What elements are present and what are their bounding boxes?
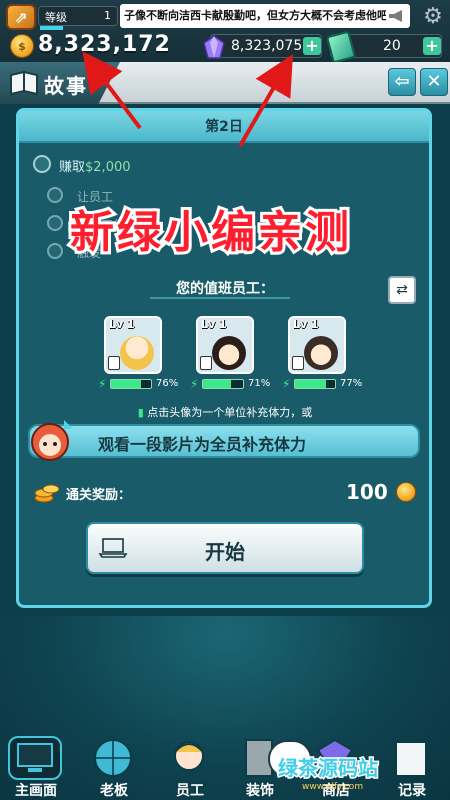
task-check-icon xyxy=(47,215,63,231)
nav-boss-label: 老板 xyxy=(99,782,130,800)
monitor-icon xyxy=(8,736,62,780)
mascot-character-icon xyxy=(31,420,72,461)
task-earn-prefix: 赚取 xyxy=(59,160,86,175)
ticker-text: 子像不断向洁西卡献殷勤吧，但女方大概不会考虑他吧 xyxy=(124,9,388,22)
currency-row: $ 8,323,172 8,323,075 + 20 + xyxy=(0,30,450,64)
watermark-overlay-text: 新绿小编亲测 xyxy=(67,204,352,261)
start-button[interactable]: 开始 xyxy=(86,522,364,574)
add-tickets-button[interactable]: + xyxy=(423,37,441,55)
stamina-bar xyxy=(294,379,336,389)
id-card-icon xyxy=(200,356,212,370)
bolt-icon: ⚡ xyxy=(190,377,199,391)
globe-icon xyxy=(86,736,140,780)
reward-coin-icon xyxy=(396,482,416,502)
task-earn-value: $2,000 xyxy=(85,160,131,175)
nav-home-label: 主画面 xyxy=(14,782,59,800)
news-ticker[interactable]: 子像不断向洁西卡献殷勤吧，但女方大概不会考虑他吧 xyxy=(120,4,410,28)
gem-box: 8,323,075 + xyxy=(203,34,322,59)
stamina-hint-text: 点击头像为一个单位补充体力，或 xyxy=(147,406,313,419)
watch-video-button[interactable]: 观看一段影片为全员补充体力 xyxy=(28,424,420,458)
employee-level: Lv 1 xyxy=(109,318,135,331)
stamina-percent: 77% xyxy=(340,378,363,389)
watch-video-label: 观看一段影片为全员补充体力 xyxy=(98,435,307,454)
task-check-icon xyxy=(47,187,63,203)
stamina-bar xyxy=(110,379,152,389)
gem-amount: 8,323,075 xyxy=(231,38,303,54)
nav-home[interactable]: 主画面 xyxy=(2,736,70,800)
employee-avatar-2[interactable]: Lv 1 xyxy=(196,316,254,374)
staff-character-icon xyxy=(162,736,216,780)
level-arrow-icon: ⇗ xyxy=(6,4,36,30)
stamina-percent: 71% xyxy=(248,378,271,389)
ticket-box: 20 + xyxy=(325,30,442,64)
nav-boss[interactable]: 老板 xyxy=(80,736,148,800)
ticket-icon xyxy=(325,30,357,64)
swap-employees-button[interactable]: ⇄ xyxy=(388,276,416,304)
stamina-bar xyxy=(202,379,244,389)
megaphone-icon xyxy=(386,7,408,25)
close-button[interactable]: ✕ xyxy=(420,68,448,96)
bolt-icon: ⚡ xyxy=(98,377,107,391)
story-header: 故事 ⇦ ✕ xyxy=(0,62,450,104)
story-title: 故事 xyxy=(44,74,88,98)
add-gems-button[interactable]: + xyxy=(303,37,321,55)
task-dollar-icon xyxy=(33,155,51,173)
level-value: 1 xyxy=(104,9,111,22)
gem-icon xyxy=(203,35,225,59)
reward-label: 通关奖励： xyxy=(66,488,132,503)
level-progress-bar xyxy=(40,26,116,30)
employee-avatar-3[interactable]: Lv 1 xyxy=(288,316,346,374)
duty-title: 您的值班员工： xyxy=(176,281,274,297)
coin-stack-icon xyxy=(34,484,60,503)
employee-face xyxy=(304,336,338,370)
nav-staff[interactable]: 员工 xyxy=(156,736,224,800)
id-card-icon xyxy=(292,356,304,370)
book-icon xyxy=(10,70,38,96)
back-arrow-button[interactable]: ⇦ xyxy=(388,68,416,96)
gold-coin-icon: $ xyxy=(10,34,34,58)
employee-level: Lv 1 xyxy=(293,318,319,331)
employee-face xyxy=(120,336,154,370)
reward-row: 通关奖励： 100 xyxy=(0,480,450,508)
stamina-percent: 76% xyxy=(156,378,179,389)
task-check-icon xyxy=(47,243,63,259)
day-title: 第2日 xyxy=(19,111,429,143)
reward-value: 100 xyxy=(346,480,388,504)
employee-face xyxy=(212,336,246,370)
level-box: 等级 1 xyxy=(38,6,118,26)
start-label: 开始 xyxy=(205,540,245,564)
top-bar: ⇗ 等级 1 子像不断向洁西卡献殷勤吧，但女方大概不会考虑他吧 ⚙ $ 8,32… xyxy=(0,0,450,64)
employee-level: Lv 1 xyxy=(201,318,227,331)
gold-amount: 8,323,172 xyxy=(38,32,171,57)
bolt-icon: ⚡ xyxy=(282,377,291,391)
employee-avatar-1[interactable]: Lv 1 xyxy=(104,316,162,374)
nav-staff-label: 员工 xyxy=(175,782,206,800)
level-label: 等级 xyxy=(45,11,67,24)
duty-divider xyxy=(150,297,290,299)
battery-icon: ▮ xyxy=(137,406,144,419)
watermark-subtext: www.xlfy.com xyxy=(302,782,364,792)
ticket-amount: 20 xyxy=(383,38,401,54)
settings-gear-icon[interactable]: ⚙ xyxy=(420,4,446,29)
id-card-icon xyxy=(108,356,120,370)
